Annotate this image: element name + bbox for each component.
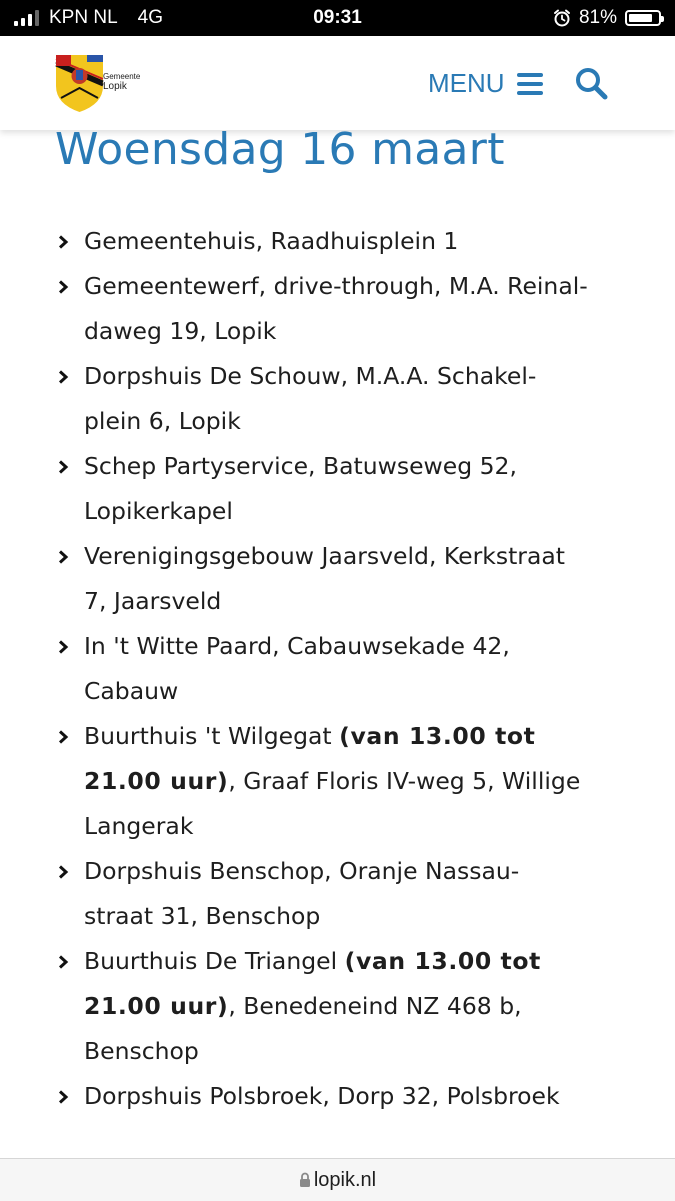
location-text: Dorpshuis Benschop, Oranje Nassau- — [84, 857, 520, 885]
location-text: Benschop — [84, 1037, 199, 1065]
location-text: Dorpshuis De Schouw, M.A.A. Schakel- — [84, 362, 537, 390]
page-title: Woensdag 16 maart — [55, 124, 505, 175]
status-bar: KPN NL 4G 09:31 81% — [0, 0, 675, 36]
menu-label: MENU — [428, 68, 505, 98]
logo-line-2: Lopik — [103, 81, 127, 92]
chevron-right-icon — [58, 865, 69, 879]
url-text: lopik.nl — [313, 1169, 377, 1191]
chevron-right-icon — [58, 370, 69, 384]
opening-hours-text: (van 13.00 tot — [344, 947, 541, 975]
hamburger-icon — [516, 72, 543, 95]
location-item: Dorpshuis Polsbroek, Dorp 32, Polsbroek — [54, 1074, 644, 1119]
location-text: Langerak — [84, 812, 194, 840]
location-text: Dorpshuis Polsbroek, Dorp 32, Polsbroek — [84, 1082, 560, 1110]
site-header: Gemeente Lopik MENU — [0, 36, 675, 130]
location-item: Buurthuis De Triangel (van 13.00 tot 21.0… — [54, 939, 644, 1074]
location-item: In 't Witte Paard, Cabauwsekade 42, Cabau… — [54, 624, 644, 714]
location-text: In 't Witte Paard, Cabauwsekade 42, — [84, 632, 510, 660]
search-icon[interactable] — [574, 66, 608, 100]
location-text: plein 6, Lopik — [84, 407, 241, 435]
chevron-right-icon — [58, 235, 69, 249]
browser-url-bar[interactable]: lopik.nl — [0, 1158, 675, 1201]
location-item: Buurthuis 't Wilgegat (van 13.00 tot 21.0… — [54, 714, 644, 849]
lock-icon — [299, 1172, 310, 1187]
logo-line-1: Gemeente — [103, 72, 141, 81]
battery-icon — [625, 10, 664, 26]
location-text: , Graaf Floris IV-weg 5, Willige — [228, 767, 581, 795]
location-text: , Benedeneind NZ 468 b, — [228, 992, 522, 1020]
chevron-right-icon — [58, 550, 69, 564]
location-item: Verenigingsgebouw Jaarsveld, Kerkstraat 7… — [54, 534, 644, 624]
location-list: Gemeentehuis, Raadhuisplein 1 Gemeentewer… — [54, 219, 644, 1119]
location-text: Gemeentewerf, drive-through, M.A. Reinal… — [84, 272, 588, 300]
location-text: daweg 19, Lopik — [84, 317, 277, 345]
alarm-icon — [553, 9, 570, 27]
location-item: Dorpshuis De Schouw, M.A.A. Schakel-plei… — [54, 354, 644, 444]
opening-hours-text: (van 13.00 tot — [339, 722, 536, 750]
location-text: Buurthuis De Triangel — [84, 947, 345, 975]
logo-text: Gemeente Lopik — [103, 72, 140, 92]
location-item: Dorpshuis Benschop, Oranje Nassau-straat… — [54, 849, 644, 939]
menu-button[interactable]: MENU — [428, 68, 543, 99]
opening-hours-text: 21.00 uur) — [84, 992, 229, 1020]
location-text: Schep Partyservice, Batuwseweg 52, — [84, 452, 517, 480]
location-text: Verenigingsgebouw Jaarsveld, Kerkstraat — [84, 542, 565, 570]
location-text: Gemeentehuis, Raadhuisplein 1 — [84, 227, 459, 255]
location-text: straat 31, Benschop — [84, 902, 321, 930]
chevron-right-icon — [58, 640, 69, 654]
location-text: Lopikerkapel — [84, 497, 233, 525]
location-text: 7, Jaarsveld — [84, 587, 222, 615]
opening-hours-text: 21.00 uur) — [84, 767, 229, 795]
status-right: 81% — [553, 7, 664, 29]
chevron-right-icon — [58, 280, 69, 294]
battery-percentage: 81% — [578, 7, 617, 28]
location-item: Schep Partyservice, Batuwseweg 52, Lopike… — [54, 444, 644, 534]
chevron-right-icon — [58, 1090, 69, 1104]
location-item: Gemeentewerf, drive-through, M.A. Reinal… — [54, 264, 644, 354]
location-item: Gemeentehuis, Raadhuisplein 1 — [54, 219, 644, 264]
location-text: Cabauw — [84, 677, 179, 705]
location-text: Buurthuis 't Wilgegat — [84, 722, 340, 750]
chevron-right-icon — [58, 460, 69, 474]
chevron-right-icon — [58, 955, 69, 969]
chevron-right-icon — [58, 730, 69, 744]
